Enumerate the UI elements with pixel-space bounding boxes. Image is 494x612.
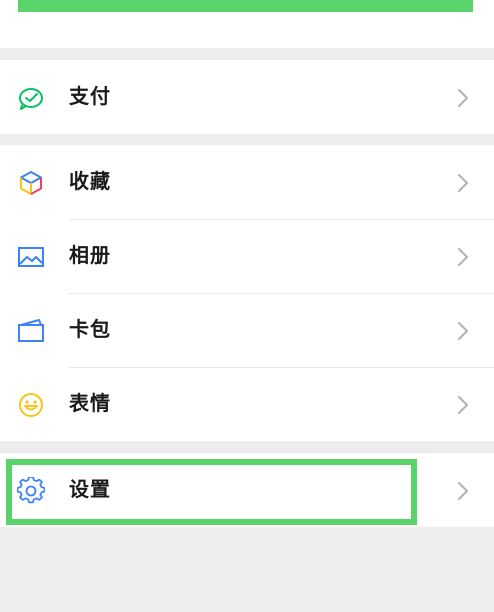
chevron-right-icon xyxy=(456,172,470,194)
favorites-cube-icon xyxy=(17,169,45,197)
settings-gear-icon xyxy=(17,477,45,505)
pay-group: 支付 xyxy=(0,60,494,134)
card-wallet-icon xyxy=(17,317,45,345)
chevron-right-icon xyxy=(456,87,470,109)
menu-item-label: 收藏 xyxy=(69,169,111,193)
menu-item-label: 卡包 xyxy=(69,317,111,341)
menu-item-album[interactable]: 相册 xyxy=(0,219,494,293)
menu-item-pay[interactable]: 支付 xyxy=(0,60,494,134)
chevron-right-icon xyxy=(456,320,470,342)
menu-item-favorites[interactable]: 收藏 xyxy=(0,145,494,219)
main-menu-group: 收藏 相册 卡包 表情 xyxy=(0,145,494,441)
pay-icon xyxy=(17,84,45,112)
chevron-right-icon xyxy=(456,246,470,268)
chevron-right-icon xyxy=(456,394,470,416)
settings-group: 设置 xyxy=(0,453,494,527)
chevron-right-icon xyxy=(456,480,470,502)
menu-item-label: 表情 xyxy=(69,391,111,415)
top-highlight-bar xyxy=(18,0,473,12)
sticker-smiley-icon xyxy=(17,391,45,419)
menu-item-label: 相册 xyxy=(69,243,111,267)
menu-item-settings[interactable]: 设置 xyxy=(0,453,494,527)
menu-item-label: 支付 xyxy=(69,84,111,108)
menu-item-cards[interactable]: 卡包 xyxy=(0,293,494,367)
album-icon xyxy=(17,243,45,271)
menu-item-stickers[interactable]: 表情 xyxy=(0,367,494,441)
menu-item-label: 设置 xyxy=(69,477,111,501)
